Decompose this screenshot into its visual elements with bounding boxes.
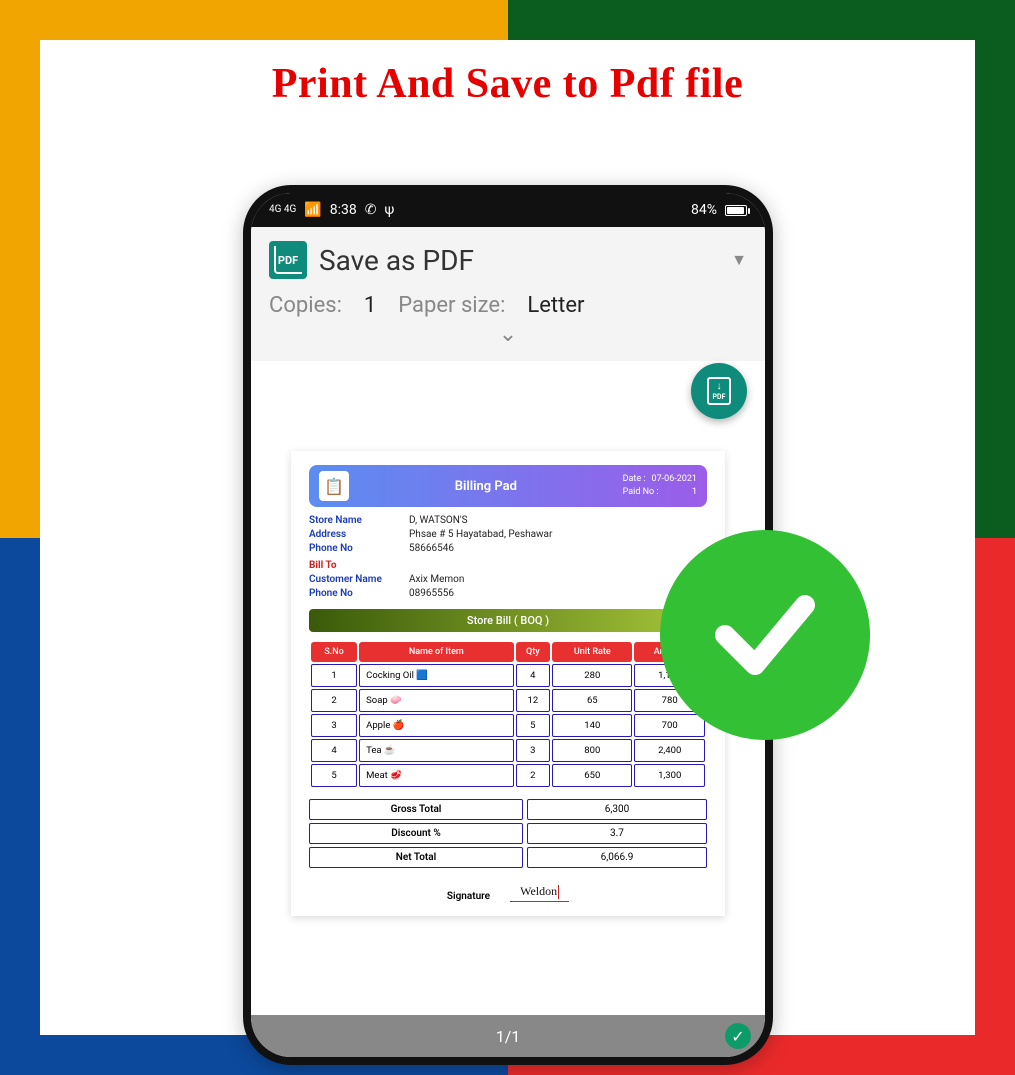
pager-bar: 1/1 ✓ [251, 1015, 765, 1057]
bill-header-banner: 📋 Billing Pad Date :07-06-2021 Paid No :… [309, 465, 707, 507]
printer-dropdown[interactable]: Save as PDF [319, 244, 719, 277]
pdf-icon: PDF [269, 241, 307, 279]
page-indicator: 1/1 [496, 1027, 521, 1046]
pager-confirm-button[interactable]: ✓ [725, 1023, 751, 1049]
checkmark-icon [705, 575, 825, 695]
signal-icon: 4G 4G [269, 205, 296, 215]
chevron-down-icon[interactable]: ▼ [731, 250, 747, 270]
items-table: S.No Name of Item Qty Unit Rate Amount 1… [309, 640, 707, 789]
table-row: 5Meat 🥩26501,300 [311, 764, 705, 787]
bill-logo-icon: 📋 [319, 471, 349, 501]
paper-size-label: Paper size: [398, 293, 505, 318]
copies-label: Copies: [269, 293, 342, 318]
usb-icon: ψ [385, 202, 395, 218]
status-time: 8:38 [330, 202, 357, 218]
bill-to-label: Bill To [309, 560, 707, 571]
whatsapp-icon: ✆ [365, 202, 377, 218]
table-row: 1Cocking Oil 🟦42801,120 [311, 664, 705, 687]
table-row: 4Tea ☕38002,400 [311, 739, 705, 762]
bill-title: Billing Pad [359, 479, 613, 494]
battery-icon [725, 205, 747, 216]
copies-value[interactable]: 1 [354, 293, 386, 318]
totals-block: Gross Total6,300 Discount %3.7 Net Total… [309, 799, 707, 868]
section-banner: Store Bill ( BOQ ) [309, 609, 707, 632]
download-pdf-fab[interactable] [691, 363, 747, 419]
preview-page: 📋 Billing Pad Date :07-06-2021 Paid No :… [291, 451, 725, 916]
status-bar: 4G 4G 📶 8:38 ✆ ψ 84% [251, 193, 765, 227]
table-row: 2Soap 🧼1265780 [311, 689, 705, 712]
table-row: 3Apple 🍎5140700 [311, 714, 705, 737]
signature-row: Signature Weldon [309, 884, 707, 902]
paper-size-value[interactable]: Letter [517, 293, 594, 318]
battery-percent: 84% [691, 202, 717, 218]
success-check-overlay [660, 530, 870, 740]
store-info-block: Store NameD, WATSON'S AddressPhsae # 5 H… [309, 515, 707, 599]
print-dialog-header: PDF Save as PDF ▼ Copies: 1 Paper size: … [251, 227, 765, 361]
download-pdf-icon [707, 377, 731, 405]
expand-options-caret[interactable]: ⌄ [269, 318, 747, 355]
headline-text: Print And Save to Pdf file [0, 60, 1015, 108]
